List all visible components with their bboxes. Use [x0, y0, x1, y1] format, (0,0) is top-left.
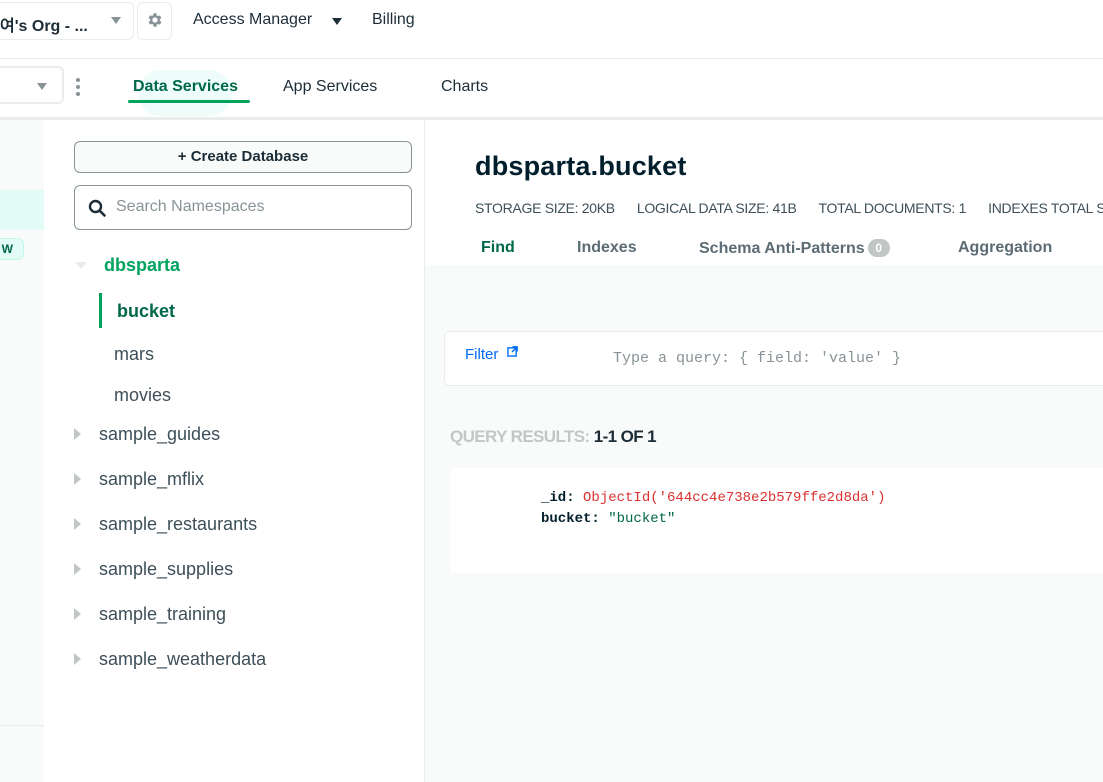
caret-right-icon[interactable]: [74, 563, 81, 575]
stat-storage-size: STORAGE SIZE: 20KB: [475, 200, 615, 216]
query-results-summary: QUERY RESULTS: 1-1 OF 1: [450, 427, 657, 446]
active-collection-indicator: [99, 293, 102, 328]
document-field-bucket: bucket: "bucket": [541, 511, 676, 527]
database-item-dbsparta[interactable]: dbsparta: [104, 255, 180, 276]
database-item-sample-supplies[interactable]: sample_supplies: [99, 559, 233, 580]
status-badge: W: [0, 238, 24, 260]
active-tab-indicator: [128, 100, 250, 103]
access-manager-menu[interactable]: Access Manager: [193, 11, 312, 29]
gear-icon[interactable]: [146, 11, 164, 34]
billing-link[interactable]: Billing: [372, 11, 415, 29]
caret-right-icon[interactable]: [74, 428, 81, 440]
caret-down-icon[interactable]: [75, 262, 87, 269]
chevron-down-icon[interactable]: [37, 83, 47, 90]
query-input[interactable]: [613, 346, 1073, 370]
create-database-label: Create Database: [190, 148, 309, 165]
tab-schema-anti-patterns[interactable]: Schema Anti-Patterns 0: [699, 239, 890, 258]
database-item-sample-restaurants[interactable]: sample_restaurants: [99, 514, 257, 535]
collection-item-mars[interactable]: mars: [114, 344, 154, 365]
strip-active-item[interactable]: [0, 190, 44, 230]
tab-aggregation[interactable]: Aggregation: [958, 239, 1052, 257]
chevron-down-icon[interactable]: [332, 18, 342, 25]
page-title: dbsparta.bucket: [475, 151, 687, 181]
plus-icon: +: [177, 148, 187, 165]
document-field-id: _id: ObjectId('644cc4e738e2b579ffe2d8da'…: [541, 490, 886, 506]
tab-app-services[interactable]: App Services: [283, 78, 377, 96]
external-link-icon[interactable]: [507, 344, 518, 362]
more-options-icon[interactable]: [76, 78, 80, 99]
search-icon: [88, 199, 106, 222]
tab-data-services[interactable]: Data Services: [133, 78, 238, 96]
chevron-down-icon[interactable]: [111, 17, 121, 24]
count-badge: 0: [867, 239, 890, 257]
caret-right-icon[interactable]: [74, 518, 81, 530]
caret-right-icon[interactable]: [74, 653, 81, 665]
tab-find[interactable]: Find: [481, 239, 515, 257]
stat-logical-data-size: LOGICAL DATA SIZE: 41B: [636, 200, 797, 216]
stat-indexes-total-size: INDEXES TOTAL S: [988, 200, 1103, 216]
database-item-sample-training[interactable]: sample_training: [99, 604, 226, 625]
collection-item-movies[interactable]: movies: [114, 385, 171, 406]
stat-total-documents: TOTAL DOCUMENTS: 1: [818, 200, 967, 216]
tab-indexes[interactable]: Indexes: [577, 239, 637, 257]
results-count: 1-1 OF 1: [593, 427, 657, 446]
caret-right-icon[interactable]: [74, 608, 81, 620]
database-item-sample-weatherdata[interactable]: sample_weatherdata: [99, 649, 266, 670]
tab-charts[interactable]: Charts: [441, 78, 488, 96]
database-item-sample-guides[interactable]: sample_guides: [99, 424, 220, 445]
create-database-button[interactable]: + Create Database: [74, 141, 412, 173]
org-name[interactable]: 여's Org - ...: [0, 12, 88, 36]
database-item-sample-mflix[interactable]: sample_mflix: [99, 469, 204, 490]
caret-right-icon[interactable]: [74, 473, 81, 485]
collection-item-bucket[interactable]: bucket: [117, 301, 175, 322]
search-namespaces-input[interactable]: [116, 190, 396, 224]
divider: [0, 725, 44, 726]
project-selector[interactable]: [0, 66, 64, 104]
filter-link[interactable]: Filter: [465, 346, 498, 363]
collection-stats: STORAGE SIZE: 20KB LOGICAL DATA SIZE: 41B…: [475, 200, 1103, 216]
